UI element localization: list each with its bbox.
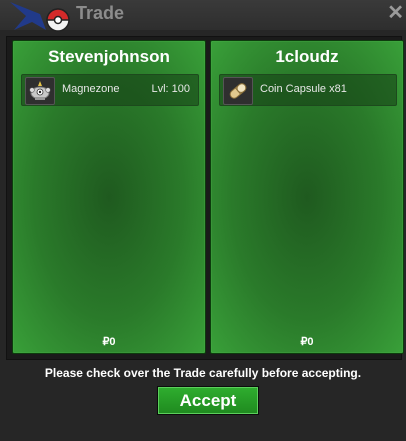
player-name-right: 1cloudz: [275, 47, 339, 66]
accept-button[interactable]: Accept: [157, 386, 259, 415]
trade-window: Trade ✕ Stevenjohnson Magnezone Lvl: 100…: [0, 0, 406, 441]
player-name-left: Stevenjohnson: [48, 47, 170, 66]
trade-item-slot-right[interactable]: Coin Capsule x81: [219, 74, 397, 106]
magnezone-icon: [25, 77, 55, 105]
trade-notice: Please check over the Trade carefully be…: [44, 366, 362, 380]
close-button[interactable]: ✕: [387, 3, 404, 23]
item-name-right: Coin Capsule x81: [260, 83, 347, 95]
money-amount-left: ₽0: [102, 336, 116, 348]
item-name-left: Magnezone: [62, 83, 120, 95]
pokeball-logo-icon: [10, 2, 70, 32]
trade-item-slot-left[interactable]: Magnezone Lvl: 100: [21, 74, 199, 106]
coin-capsule-icon: [223, 77, 253, 105]
title-bar[interactable]: Trade ✕: [0, 0, 406, 32]
window-title: Trade: [76, 3, 125, 23]
trade-panel-left: Stevenjohnson Magnezone Lvl: 100 ₽0: [12, 40, 206, 354]
item-level-left: Lvl: 100: [151, 83, 190, 95]
trade-panel-right: 1cloudz Coin Capsule x81 ₽0: [210, 40, 404, 354]
money-amount-right: ₽0: [300, 336, 314, 348]
